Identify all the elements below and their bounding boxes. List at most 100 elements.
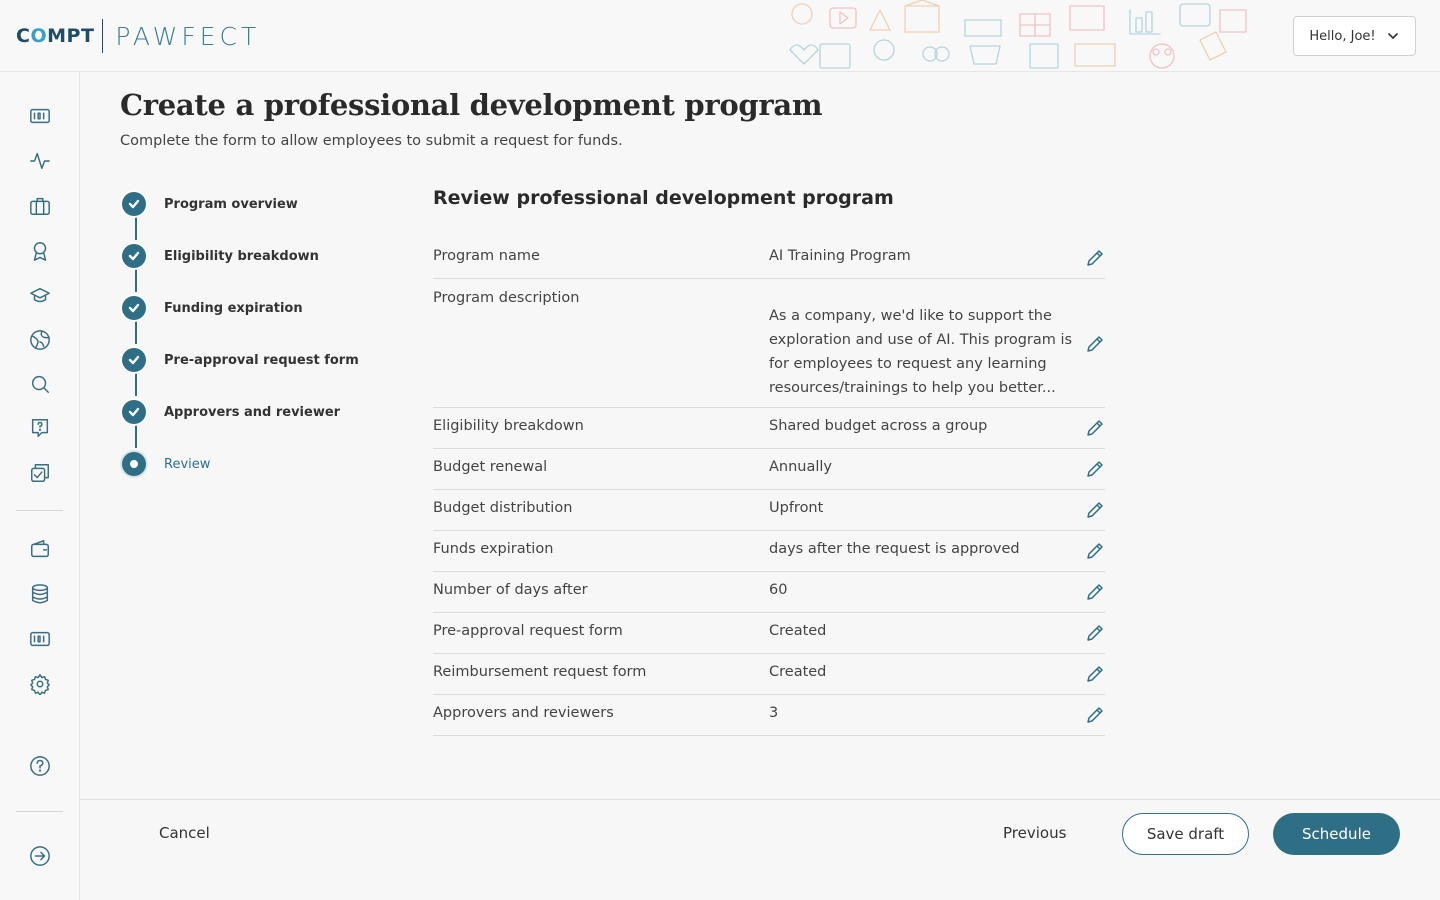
row-value: days after the request is approved: [769, 541, 1020, 557]
checkmark-icon: [128, 251, 140, 261]
edit-pencil-icon[interactable]: [1085, 582, 1105, 602]
decorative-doodles: [789, 0, 1247, 69]
gear-icon[interactable]: [28, 672, 52, 696]
review-row-funds-expiration: Funds expiration days after the request …: [433, 531, 1105, 572]
row-value: Created: [769, 664, 827, 680]
logout-icon[interactable]: [28, 844, 52, 868]
save-draft-button[interactable]: Save draft: [1122, 813, 1249, 855]
schedule-button[interactable]: Schedule: [1273, 813, 1400, 855]
step-review[interactable]: Review: [120, 450, 400, 478]
step-label: Pre-approval request form: [164, 352, 359, 368]
row-label: Budget distribution: [433, 500, 573, 516]
step-approvers-and-reviewer[interactable]: Approvers and reviewer: [120, 398, 400, 426]
review-row-number-of-days-after: Number of days after 60: [433, 572, 1105, 613]
step-program-overview[interactable]: Program overview: [120, 190, 400, 218]
edit-pencil-icon[interactable]: [1085, 664, 1105, 684]
logo-divider: [102, 19, 104, 53]
step-complete-indicator: [120, 294, 148, 322]
help-circle-icon[interactable]: [28, 754, 52, 778]
review-row-budget-distribution: Budget distribution Upfront: [433, 490, 1105, 531]
user-greeting: Hello, Joe!: [1309, 28, 1376, 44]
award-icon[interactable]: [28, 239, 52, 263]
sidebar-divider: [16, 811, 63, 812]
briefcase-icon[interactable]: [28, 194, 52, 218]
review-row-approvers-and-reviewers: Approvers and reviewers 3: [433, 695, 1105, 736]
globe-icon[interactable]: [28, 328, 52, 352]
cancel-button[interactable]: Cancel: [159, 824, 210, 842]
review-row-program-description: Program description As a company, we'd l…: [433, 279, 1105, 408]
row-value: Annually: [769, 459, 833, 475]
step-complete-indicator: [120, 190, 148, 218]
row-label: Eligibility breakdown: [433, 418, 584, 434]
row-value: Shared budget across a group: [769, 418, 988, 434]
wallet-icon[interactable]: [28, 537, 52, 561]
row-label: Funds expiration: [433, 541, 554, 557]
edit-pencil-icon[interactable]: [1085, 248, 1105, 268]
step-connector: [135, 320, 137, 344]
id-card-icon[interactable]: [28, 104, 52, 128]
checkmark-icon: [128, 355, 140, 365]
checkmark-icon: [128, 199, 140, 209]
step-label: Approvers and reviewer: [164, 404, 341, 420]
page-subtitle: Complete the form to allow employees to …: [120, 133, 623, 149]
compt-logo: COMPT: [16, 25, 95, 47]
step-active-indicator: [120, 450, 148, 478]
edit-pencil-icon[interactable]: [1085, 500, 1105, 520]
step-funding-expiration[interactable]: Funding expiration: [120, 294, 400, 322]
step-label: Program overview: [164, 196, 298, 212]
checkmark-icon: [128, 407, 140, 417]
step-complete-indicator: [120, 242, 148, 270]
chevron-down-icon: [1387, 33, 1398, 39]
edit-pencil-icon[interactable]: [1085, 459, 1105, 479]
review-table: Program name AI Training Program Program…: [433, 237, 1105, 736]
row-value: AI Training Program: [769, 248, 911, 264]
copy-check-icon[interactable]: [28, 461, 52, 485]
step-label: Funding expiration: [164, 300, 303, 316]
edit-pencil-icon[interactable]: [1085, 705, 1105, 725]
page-title: Create a professional development progra…: [120, 88, 823, 122]
review-section-title: Review professional development program: [433, 187, 894, 209]
step-complete-indicator: [120, 346, 148, 374]
row-label: Program description: [433, 290, 580, 306]
step-pre-approval-request-form[interactable]: Pre-approval request form: [120, 346, 400, 374]
row-label: Pre-approval request form: [433, 623, 623, 639]
step-connector: [135, 424, 137, 448]
row-value: Created: [769, 623, 827, 639]
form-footer: Cancel Previous Save draft Schedule: [80, 799, 1440, 900]
top-header: COMPT PAWFECT Hello, Joe!: [0, 0, 1440, 72]
row-value: 60: [769, 582, 788, 598]
review-row-reimbursement-request-form: Reimbursement request form Created: [433, 654, 1105, 695]
left-sidebar: [0, 72, 80, 900]
sidebar-divider: [16, 510, 63, 511]
pawfect-logo: PAWFECT: [115, 21, 261, 51]
row-label: Budget renewal: [433, 459, 548, 475]
edit-pencil-icon[interactable]: [1085, 418, 1105, 438]
review-row-budget-renewal: Budget renewal Annually: [433, 449, 1105, 490]
edit-pencil-icon[interactable]: [1085, 334, 1105, 354]
review-row-pre-approval-request-form: Pre-approval request form Created: [433, 613, 1105, 654]
step-eligibility-breakdown[interactable]: Eligibility breakdown: [120, 242, 400, 270]
search-icon[interactable]: [28, 372, 52, 396]
row-label: Approvers and reviewers: [433, 705, 614, 721]
review-row-program-name: Program name AI Training Program: [433, 237, 1105, 279]
row-label: Reimbursement request form: [433, 664, 647, 680]
review-row-eligibility-breakdown: Eligibility breakdown Shared budget acro…: [433, 408, 1105, 449]
row-value: As a company, we'd like to support the e…: [769, 308, 1073, 396]
activity-icon[interactable]: [28, 149, 52, 173]
help-message-icon[interactable]: [28, 416, 52, 440]
graduation-cap-icon[interactable]: [28, 284, 52, 308]
step-connector: [135, 216, 137, 240]
id-card-icon[interactable]: [28, 627, 52, 651]
step-complete-indicator: [120, 398, 148, 426]
row-label: Program name: [433, 248, 540, 264]
edit-pencil-icon[interactable]: [1085, 541, 1105, 561]
database-icon[interactable]: [28, 582, 52, 606]
row-value: 3: [769, 705, 779, 721]
company-logo[interactable]: COMPT PAWFECT: [16, 19, 261, 53]
step-connector: [135, 372, 137, 396]
user-menu-button[interactable]: Hello, Joe!: [1293, 16, 1416, 56]
edit-pencil-icon[interactable]: [1085, 623, 1105, 643]
row-label: Number of days after: [433, 582, 588, 598]
row-value: Upfront: [769, 500, 824, 516]
previous-button[interactable]: Previous: [1003, 824, 1066, 842]
